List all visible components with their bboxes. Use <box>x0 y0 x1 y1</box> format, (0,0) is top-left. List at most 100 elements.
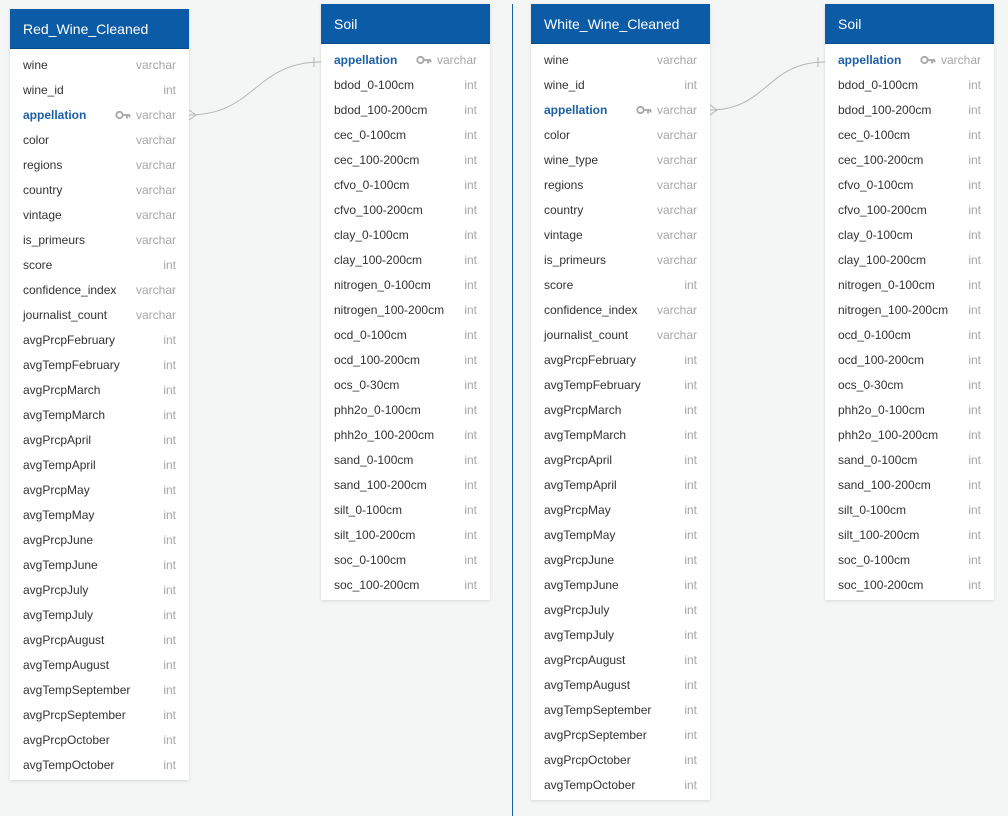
table-title[interactable]: Soil <box>825 4 994 44</box>
column-row[interactable]: avgPrcpJuly int <box>531 597 710 622</box>
column-row[interactable]: vintage varchar <box>531 222 710 247</box>
column-row[interactable]: avgTempFebruary int <box>10 352 189 377</box>
column-row[interactable]: avgTempJuly int <box>531 622 710 647</box>
column-row[interactable]: wine_id int <box>10 77 189 102</box>
column-row[interactable]: avgTempSeptember int <box>531 697 710 722</box>
column-row[interactable]: silt_100-200cm int <box>825 522 994 547</box>
column-row[interactable]: bdod_0-100cm int <box>321 72 490 97</box>
column-row[interactable]: wine_type varchar <box>531 147 710 172</box>
column-row[interactable]: avgTempMay int <box>531 522 710 547</box>
column-row[interactable]: ocd_100-200cm int <box>825 347 994 372</box>
column-row[interactable]: avgTempAugust int <box>10 652 189 677</box>
column-row[interactable]: bdod_0-100cm int <box>825 72 994 97</box>
column-row[interactable]: phh2o_100-200cm int <box>321 422 490 447</box>
table-title[interactable]: Soil <box>321 4 490 44</box>
column-row[interactable]: avgPrcpAugust int <box>531 647 710 672</box>
column-row[interactable]: cfvo_100-200cm int <box>825 197 994 222</box>
column-row[interactable]: avgPrcpFebruary int <box>531 347 710 372</box>
column-row[interactable]: avgPrcpJune int <box>531 547 710 572</box>
column-row[interactable]: is_primeurs varchar <box>10 227 189 252</box>
column-row[interactable]: avgTempJune int <box>10 552 189 577</box>
column-row[interactable]: soc_100-200cm int <box>825 572 994 597</box>
table-red-wine-cleaned[interactable]: Red_Wine_Cleaned wine varchar wine_id int ap… <box>10 9 189 780</box>
column-row[interactable]: sand_100-200cm int <box>825 472 994 497</box>
column-row[interactable]: regions varchar <box>10 152 189 177</box>
column-row[interactable]: cec_100-200cm int <box>825 147 994 172</box>
column-row[interactable]: avgTempApril int <box>531 472 710 497</box>
column-row[interactable]: avgTempSeptember int <box>10 677 189 702</box>
column-row[interactable]: avgPrcpMarch int <box>531 397 710 422</box>
column-row[interactable]: bdod_100-200cm int <box>321 97 490 122</box>
column-row[interactable]: soc_100-200cm int <box>321 572 490 597</box>
column-row[interactable]: avgPrcpAugust int <box>10 627 189 652</box>
column-row[interactable]: silt_100-200cm int <box>321 522 490 547</box>
column-row[interactable]: color varchar <box>10 127 189 152</box>
column-row[interactable]: avgTempOctober int <box>531 772 710 797</box>
column-row[interactable]: phh2o_0-100cm int <box>321 397 490 422</box>
column-row[interactable]: ocd_0-100cm int <box>825 322 994 347</box>
column-row[interactable]: soc_0-100cm int <box>825 547 994 572</box>
column-row[interactable]: avgTempMarch int <box>10 402 189 427</box>
column-row[interactable]: avgPrcpJuly int <box>10 577 189 602</box>
column-row[interactable]: bdod_100-200cm int <box>825 97 994 122</box>
column-row[interactable]: score int <box>531 272 710 297</box>
column-row[interactable]: silt_0-100cm int <box>825 497 994 522</box>
column-row[interactable]: clay_0-100cm int <box>825 222 994 247</box>
column-row[interactable]: avgTempMay int <box>10 502 189 527</box>
column-row[interactable]: confidence_index varchar <box>531 297 710 322</box>
column-row[interactable]: cec_0-100cm int <box>825 122 994 147</box>
column-row[interactable]: ocs_0-30cm int <box>321 372 490 397</box>
column-row[interactable]: is_primeurs varchar <box>531 247 710 272</box>
column-row[interactable]: avgTempMarch int <box>531 422 710 447</box>
column-row[interactable]: country varchar <box>531 197 710 222</box>
column-row[interactable]: regions varchar <box>531 172 710 197</box>
column-row[interactable]: country varchar <box>10 177 189 202</box>
column-row[interactable]: journalist_count varchar <box>531 322 710 347</box>
column-row[interactable]: avgPrcpMay int <box>10 477 189 502</box>
column-row[interactable]: wine_id int <box>531 72 710 97</box>
column-row[interactable]: appellation varchar <box>825 47 994 72</box>
column-row[interactable]: wine varchar <box>10 52 189 77</box>
table-title[interactable]: White_Wine_Cleaned <box>531 4 710 44</box>
column-row[interactable]: avgPrcpMay int <box>531 497 710 522</box>
column-row[interactable]: sand_0-100cm int <box>321 447 490 472</box>
column-row[interactable]: avgPrcpApril int <box>531 447 710 472</box>
column-row[interactable]: clay_0-100cm int <box>321 222 490 247</box>
column-row[interactable]: score int <box>10 252 189 277</box>
column-row[interactable]: avgPrcpSeptember int <box>10 702 189 727</box>
column-row[interactable]: journalist_count varchar <box>10 302 189 327</box>
column-row[interactable]: sand_0-100cm int <box>825 447 994 472</box>
column-row[interactable]: ocs_0-30cm int <box>825 372 994 397</box>
column-row[interactable]: avgTempOctober int <box>10 752 189 777</box>
column-row[interactable]: avgPrcpFebruary int <box>10 327 189 352</box>
column-row[interactable]: clay_100-200cm int <box>825 247 994 272</box>
column-row[interactable]: wine varchar <box>531 47 710 72</box>
column-row[interactable]: avgTempFebruary int <box>531 372 710 397</box>
column-row[interactable]: phh2o_0-100cm int <box>825 397 994 422</box>
column-row[interactable]: avgPrcpSeptember int <box>531 722 710 747</box>
column-row[interactable]: nitrogen_0-100cm int <box>825 272 994 297</box>
column-row[interactable]: appellation varchar <box>10 102 189 127</box>
column-row[interactable]: silt_0-100cm int <box>321 497 490 522</box>
column-row[interactable]: clay_100-200cm int <box>321 247 490 272</box>
column-row[interactable]: confidence_index varchar <box>10 277 189 302</box>
column-row[interactable]: avgPrcpMarch int <box>10 377 189 402</box>
column-row[interactable]: cfvo_100-200cm int <box>321 197 490 222</box>
column-row[interactable]: cfvo_0-100cm int <box>825 172 994 197</box>
column-row[interactable]: nitrogen_100-200cm int <box>825 297 994 322</box>
column-row[interactable]: color varchar <box>531 122 710 147</box>
column-row[interactable]: avgTempJune int <box>531 572 710 597</box>
column-row[interactable]: phh2o_100-200cm int <box>825 422 994 447</box>
column-row[interactable]: ocd_100-200cm int <box>321 347 490 372</box>
column-row[interactable]: soc_0-100cm int <box>321 547 490 572</box>
column-row[interactable]: avgTempJuly int <box>10 602 189 627</box>
column-row[interactable]: avgPrcpJune int <box>10 527 189 552</box>
column-row[interactable]: avgPrcpOctober int <box>10 727 189 752</box>
column-row[interactable]: cec_100-200cm int <box>321 147 490 172</box>
column-row[interactable]: cfvo_0-100cm int <box>321 172 490 197</box>
column-row[interactable]: avgTempAugust int <box>531 672 710 697</box>
column-row[interactable]: avgTempApril int <box>10 452 189 477</box>
column-row[interactable]: sand_100-200cm int <box>321 472 490 497</box>
column-row[interactable]: appellation varchar <box>531 97 710 122</box>
table-title[interactable]: Red_Wine_Cleaned <box>10 9 189 49</box>
